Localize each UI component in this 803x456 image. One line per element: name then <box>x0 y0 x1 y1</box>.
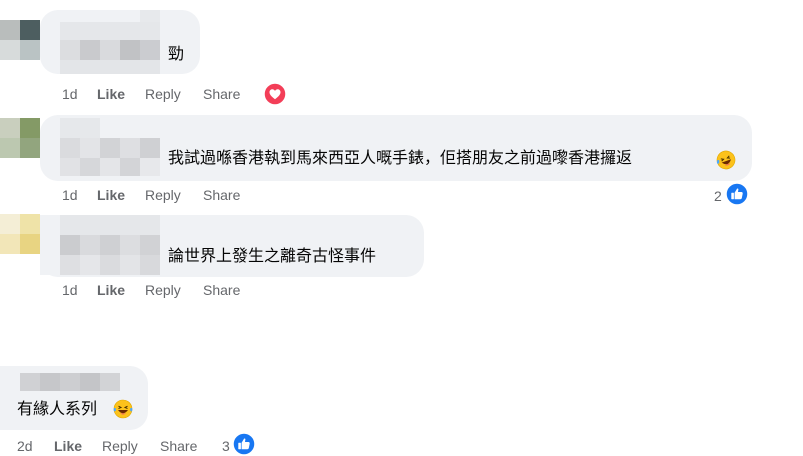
love-icon[interactable] <box>263 82 287 106</box>
comment-time[interactable]: 1d <box>62 85 78 103</box>
comment-text: 勁 <box>168 44 185 63</box>
share-button[interactable]: Share <box>160 437 197 455</box>
reply-button[interactable]: Reply <box>145 281 181 299</box>
comment-time[interactable]: 2d <box>17 437 33 455</box>
comment-actions: 1d Like Reply Share <box>0 281 300 299</box>
laughing-tears-emoji <box>716 150 736 170</box>
share-button[interactable]: Share <box>203 85 240 103</box>
comment-text: 我試過喺香港執到馬來西亞人嘅手錶，佢搭朋友之前過嚟香港攞返 <box>168 148 633 167</box>
laughing-tears-emoji <box>113 399 133 419</box>
comment-text: 有緣人系列 <box>17 399 98 418</box>
like-button[interactable]: Like <box>97 85 125 103</box>
avatar[interactable] <box>0 20 40 60</box>
share-button[interactable]: Share <box>203 281 240 299</box>
avatar[interactable] <box>0 214 40 254</box>
like-button[interactable]: Like <box>97 186 125 204</box>
reply-button[interactable]: Reply <box>145 186 181 204</box>
like-button[interactable]: Like <box>97 281 125 299</box>
comment-time[interactable]: 1d <box>62 281 78 299</box>
reaction-count[interactable]: 3 <box>222 437 230 455</box>
comment-actions: 1d Like Reply Share <box>0 85 300 103</box>
like-icon[interactable] <box>725 182 749 206</box>
reply-button[interactable]: Reply <box>102 437 138 455</box>
like-icon[interactable] <box>232 432 256 456</box>
comment-actions: 1d Like Reply Share <box>0 186 300 204</box>
reaction-count[interactable]: 2 <box>714 187 722 205</box>
avatar[interactable] <box>0 118 40 158</box>
share-button[interactable]: Share <box>203 186 240 204</box>
comment-time[interactable]: 1d <box>62 186 78 204</box>
reply-button[interactable]: Reply <box>145 85 181 103</box>
like-button[interactable]: Like <box>54 437 82 455</box>
comment-text: 論世界上發生之離奇古怪事件 <box>168 246 377 265</box>
